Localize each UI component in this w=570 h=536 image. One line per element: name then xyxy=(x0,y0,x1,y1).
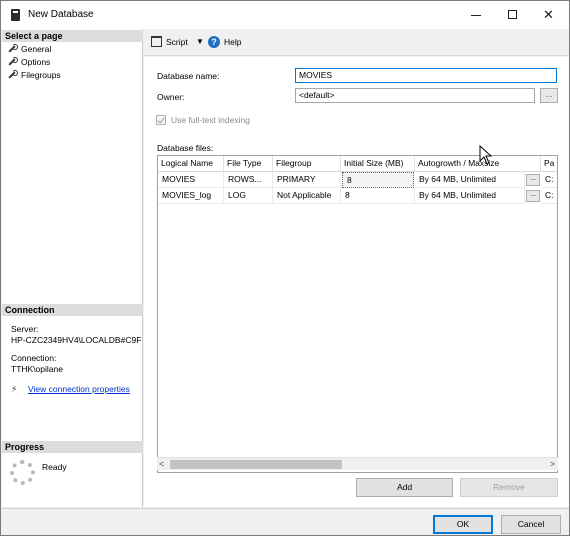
initial-size-cell[interactable]: 8 xyxy=(341,188,415,204)
new-database-dialog: New Database ✕ Select a page General Opt… xyxy=(0,0,570,536)
add-button[interactable]: Add xyxy=(356,478,453,497)
grid-header: Logical Name File Type Filegroup Initial… xyxy=(158,156,557,172)
help-button[interactable]: Help xyxy=(224,37,241,47)
window-title: New Database xyxy=(28,9,94,20)
column-header-initial-size[interactable]: Initial Size (MB) xyxy=(341,156,415,172)
filegroup-cell[interactable]: PRIMARY xyxy=(273,172,341,188)
database-files-label: Database files: xyxy=(157,143,214,153)
filegroup-cell[interactable]: Not Applicable xyxy=(273,188,341,204)
progress-header: Progress xyxy=(2,441,143,453)
database-name-label: Database name: xyxy=(157,71,220,81)
owner-label: Owner: xyxy=(157,92,185,102)
close-button[interactable]: ✕ xyxy=(531,1,566,29)
script-icon xyxy=(151,36,162,47)
wrench-icon xyxy=(8,44,18,53)
page-item-label: Filegroups xyxy=(21,70,61,80)
page-item-general[interactable]: General xyxy=(8,43,51,55)
scrollbar-thumb[interactable] xyxy=(170,460,342,469)
autogrowth-browse-button[interactable]: ... xyxy=(526,174,540,186)
connection-label: Connection: xyxy=(11,353,57,363)
progress-status: Ready xyxy=(42,462,67,472)
maximize-icon xyxy=(508,10,517,19)
column-header-file-type[interactable]: File Type xyxy=(224,156,273,172)
owner-browse-button[interactable]: ... xyxy=(540,88,558,103)
scroll-left-icon[interactable]: < xyxy=(159,459,164,469)
autogrowth-cell[interactable]: By 64 MB, Unlimited xyxy=(415,172,525,188)
database-name-input[interactable]: MOVIES xyxy=(295,68,557,83)
toolbar: Script ▼ ? Help xyxy=(144,29,569,56)
table-row[interactable]: MOVIES ROWS... PRIMARY 8 By 64 MB, Unlim… xyxy=(158,172,557,188)
path-cell[interactable]: C: xyxy=(541,188,557,204)
horizontal-scrollbar[interactable]: < > xyxy=(157,457,558,470)
mouse-cursor-icon xyxy=(479,145,493,165)
connection-header: Connection xyxy=(2,304,143,316)
autogrowth-cell[interactable]: By 64 MB, Unlimited xyxy=(415,188,525,204)
table-row[interactable]: MOVIES_log LOG Not Applicable 8 By 64 MB… xyxy=(158,188,557,204)
page-item-options[interactable]: Options xyxy=(8,56,50,68)
connection-properties-icon: ⚡ xyxy=(11,384,18,394)
fulltext-checkbox[interactable] xyxy=(156,115,166,125)
logical-name-cell[interactable]: MOVIES_log xyxy=(158,188,224,204)
minimize-icon xyxy=(471,15,481,16)
general-page: Database name: MOVIES Owner: <default> .… xyxy=(144,57,569,507)
logical-name-cell[interactable]: MOVIES xyxy=(158,172,224,188)
progress-spinner-icon xyxy=(10,460,35,485)
cancel-button[interactable]: Cancel xyxy=(501,515,561,534)
fulltext-label: Use full-text indexing xyxy=(171,115,250,125)
autogrowth-browse-button[interactable]: ... xyxy=(526,190,540,202)
server-value: HP-CZC2349HV4\LOCALDB#C9F xyxy=(11,335,142,345)
wrench-icon xyxy=(8,57,18,66)
database-files-grid: Logical Name File Type Filegroup Initial… xyxy=(157,155,558,473)
scroll-right-icon[interactable]: > xyxy=(550,459,555,469)
title-bar: New Database ✕ xyxy=(1,1,569,29)
column-header-filegroup[interactable]: Filegroup xyxy=(273,156,341,172)
column-header-path[interactable]: Pa xyxy=(541,156,557,172)
ok-button[interactable]: OK xyxy=(433,515,493,534)
path-cell[interactable]: C: xyxy=(541,172,557,188)
initial-size-cell[interactable]: 8 xyxy=(342,172,414,188)
left-panel: Select a page General Options Filegroups… xyxy=(2,29,143,507)
column-header-autogrowth[interactable]: Autogrowth / Maxsize xyxy=(415,156,541,172)
file-type-cell[interactable]: LOG xyxy=(224,188,273,204)
page-item-filegroups[interactable]: Filegroups xyxy=(8,69,61,81)
close-icon: ✕ xyxy=(543,7,554,22)
column-header-logical-name[interactable]: Logical Name xyxy=(158,156,224,172)
script-button[interactable]: Script xyxy=(166,37,188,47)
maximize-button[interactable] xyxy=(495,1,530,29)
database-icon xyxy=(11,9,20,21)
dialog-button-bar: OK Cancel xyxy=(2,508,569,535)
remove-button[interactable]: Remove xyxy=(460,478,558,497)
page-item-label: Options xyxy=(21,57,51,67)
wrench-icon xyxy=(8,70,18,79)
script-dropdown-icon[interactable]: ▼ xyxy=(196,37,204,46)
page-item-label: General xyxy=(21,44,52,54)
minimize-button[interactable] xyxy=(459,1,494,29)
select-page-header: Select a page xyxy=(2,30,143,42)
file-type-cell[interactable]: ROWS... xyxy=(224,172,273,188)
server-label: Server: xyxy=(11,324,39,334)
owner-input[interactable]: <default> xyxy=(295,88,535,103)
view-connection-properties-link[interactable]: View connection properties xyxy=(28,384,130,394)
help-icon: ? xyxy=(208,36,220,48)
connection-value: TTHK\opilane xyxy=(11,364,63,374)
